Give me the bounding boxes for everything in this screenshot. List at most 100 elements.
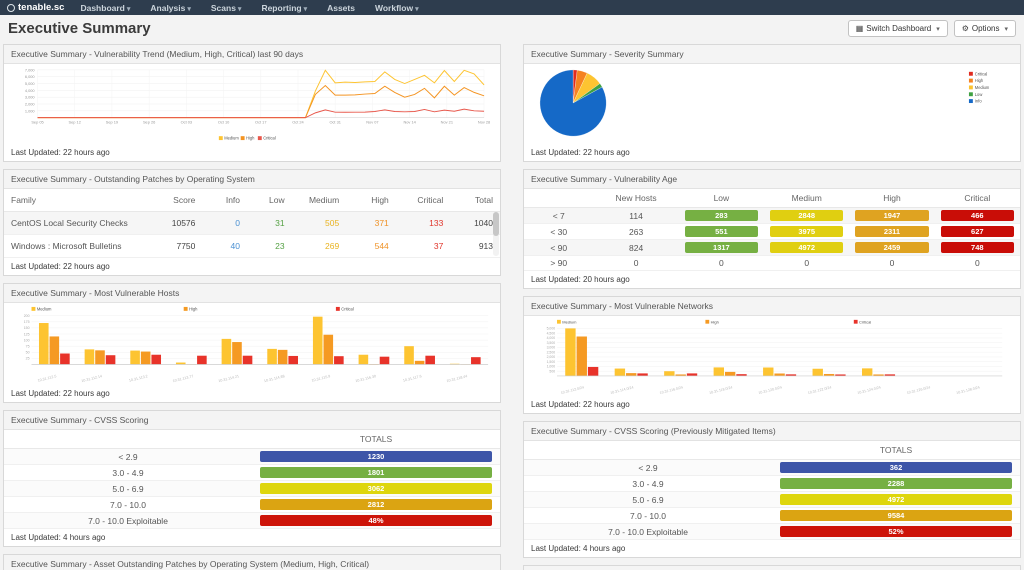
cell-info[interactable]: 0	[202, 212, 247, 235]
high-pill[interactable]: 2459	[855, 242, 928, 253]
cell-high[interactable]: 371	[346, 212, 396, 235]
table-row[interactable]: > 9000000	[524, 256, 1020, 271]
cell-totals[interactable]: 2812	[252, 497, 500, 513]
cell-info[interactable]: 40	[202, 235, 247, 258]
table-row[interactable]: 7.0 - 10.09584	[524, 508, 1020, 524]
cell-high[interactable]: 2459	[849, 240, 934, 256]
cvss-total-bar[interactable]: 1230	[260, 451, 492, 462]
cell-low[interactable]: 0	[679, 256, 764, 271]
nav-item-analysis[interactable]: Analysis▾	[150, 3, 190, 13]
cell-totals[interactable]: 4972	[772, 492, 1020, 508]
medium-pill[interactable]: 2848	[770, 210, 843, 221]
tenable-logo[interactable]: tenable.sc	[7, 2, 64, 13]
cell-totals[interactable]: 2288	[772, 476, 1020, 492]
panel-header[interactable]: Executive Summary - Severity Summary	[524, 45, 1020, 64]
high-pill[interactable]: 2311	[855, 226, 928, 237]
table-row[interactable]: < 2.91230	[4, 449, 500, 465]
column-header	[4, 430, 252, 449]
nav-item-workflow[interactable]: Workflow▾	[375, 3, 419, 13]
table-row[interactable]: < 2.9362	[524, 460, 1020, 476]
cell-critical[interactable]: 466	[935, 208, 1020, 224]
options-button[interactable]: ⚙ Options ▾	[954, 20, 1016, 37]
high-pill[interactable]: 1947	[855, 210, 928, 221]
table-row[interactable]: 5.0 - 6.93062	[4, 481, 500, 497]
panel-header[interactable]: Executive Summary - CVSS Scoring	[4, 411, 500, 430]
critical-pill[interactable]: 466	[941, 210, 1015, 221]
cell-totals[interactable]: 48%	[252, 513, 500, 529]
nav-item-scans[interactable]: Scans▾	[211, 3, 242, 13]
cell-medium[interactable]: 4972	[764, 240, 849, 256]
cell-low[interactable]: 283	[679, 208, 764, 224]
last-updated: Last Updated: 22 hours ago	[4, 144, 500, 161]
cvss-total-bar[interactable]: 9584	[780, 510, 1012, 521]
table-row[interactable]: 3.0 - 4.92288	[524, 476, 1020, 492]
svg-text:High: High	[246, 136, 254, 141]
scrollbar-thumb[interactable]	[493, 212, 499, 236]
cvss-total-bar[interactable]: 2288	[780, 478, 1012, 489]
cell-medium[interactable]: 269	[292, 235, 347, 258]
cvss-total-bar[interactable]: 4972	[780, 494, 1012, 505]
switch-dashboard-button[interactable]: ▦ Switch Dashboard ▾	[848, 20, 948, 37]
cell-high[interactable]: 0	[849, 256, 934, 271]
low-pill[interactable]: 551	[685, 226, 758, 237]
medium-pill[interactable]: 3975	[770, 226, 843, 237]
cell-low[interactable]: 1317	[679, 240, 764, 256]
cell-totals[interactable]: 9584	[772, 508, 1020, 524]
panel-header[interactable]: Executive Summary - Vulnerability Trend …	[4, 45, 500, 64]
cell-high[interactable]: 544	[346, 235, 396, 258]
cvss-total-bar[interactable]: 362	[780, 462, 1012, 473]
low-pill[interactable]: 283	[685, 210, 758, 221]
scrollbar[interactable]	[493, 212, 499, 256]
table-row[interactable]: 7.0 - 10.0 Exploitable48%	[4, 513, 500, 529]
svg-text:10.31.124.0/24: 10.31.124.0/24	[857, 385, 881, 395]
critical-pill[interactable]: 748	[941, 242, 1015, 253]
table-row[interactable]: 7.0 - 10.02812	[4, 497, 500, 513]
svg-text:Info: Info	[975, 99, 983, 104]
table-row[interactable]: CentOS Local Security Checks105760315053…	[4, 212, 500, 235]
low-pill[interactable]: 1317	[685, 242, 758, 253]
cell-low[interactable]: 31	[247, 212, 292, 235]
cell-critical[interactable]: 37	[396, 235, 451, 258]
cell-medium[interactable]: 0	[764, 256, 849, 271]
panel-header[interactable]: Executive Summary - Most Vulnerable Host…	[4, 284, 500, 303]
cvss-total-bar[interactable]: 48%	[260, 515, 492, 526]
cell-totals[interactable]: 362	[772, 460, 1020, 476]
cvss-total-bar[interactable]: 3062	[260, 483, 492, 494]
table-row[interactable]: < 711428328481947466	[524, 208, 1020, 224]
cell-high[interactable]: 2311	[849, 224, 934, 240]
table-row[interactable]: Windows : Microsoft Bulletins77504023269…	[4, 235, 500, 258]
cell-critical[interactable]: 748	[935, 240, 1020, 256]
table-row[interactable]: < 90824131749722459748	[524, 240, 1020, 256]
critical-pill[interactable]: 627	[941, 226, 1015, 237]
panel-header[interactable]: Executive Summary - Vulnerability Age	[524, 170, 1020, 189]
cell-low[interactable]: 23	[247, 235, 292, 258]
panel-header[interactable]: Executive Summary - Most Vulnerable Netw…	[524, 297, 1020, 316]
panel-header[interactable]: Executive Summary - CVSS Scoring (Previo…	[524, 422, 1020, 441]
nav-item-dashboard[interactable]: Dashboard▾	[80, 3, 130, 13]
table-row[interactable]: 3.0 - 4.91801	[4, 465, 500, 481]
cell-totals[interactable]: 52%	[772, 524, 1020, 540]
cell-critical[interactable]: 627	[935, 224, 1020, 240]
cell-totals[interactable]: 3062	[252, 481, 500, 497]
table-row[interactable]: 7.0 - 10.0 Exploitable52%	[524, 524, 1020, 540]
nav-item-reporting[interactable]: Reporting▾	[261, 3, 307, 13]
panel-header[interactable]: Executive Summary - Asset Summary by MS …	[524, 566, 1020, 570]
cell-low[interactable]: 551	[679, 224, 764, 240]
cell-totals[interactable]: 1801	[252, 465, 500, 481]
medium-pill[interactable]: 4972	[770, 242, 843, 253]
cvss-total-bar[interactable]: 1801	[260, 467, 492, 478]
cell-high[interactable]: 1947	[849, 208, 934, 224]
cell-medium[interactable]: 505	[292, 212, 347, 235]
table-row[interactable]: < 3026355139752311627	[524, 224, 1020, 240]
nav-item-assets[interactable]: Assets	[327, 3, 355, 13]
cell-medium[interactable]: 3975	[764, 224, 849, 240]
cell-critical[interactable]: 133	[396, 212, 451, 235]
cvss-total-bar[interactable]: 52%	[780, 526, 1012, 537]
cvss-total-bar[interactable]: 2812	[260, 499, 492, 510]
cell-critical[interactable]: 0	[935, 256, 1020, 271]
cell-medium[interactable]: 2848	[764, 208, 849, 224]
cell-totals[interactable]: 1230	[252, 449, 500, 465]
table-row[interactable]: 5.0 - 6.94972	[524, 492, 1020, 508]
panel-header[interactable]: Executive Summary - Outstanding Patches …	[4, 170, 500, 189]
panel-header[interactable]: Executive Summary - Asset Outstanding Pa…	[4, 555, 500, 570]
